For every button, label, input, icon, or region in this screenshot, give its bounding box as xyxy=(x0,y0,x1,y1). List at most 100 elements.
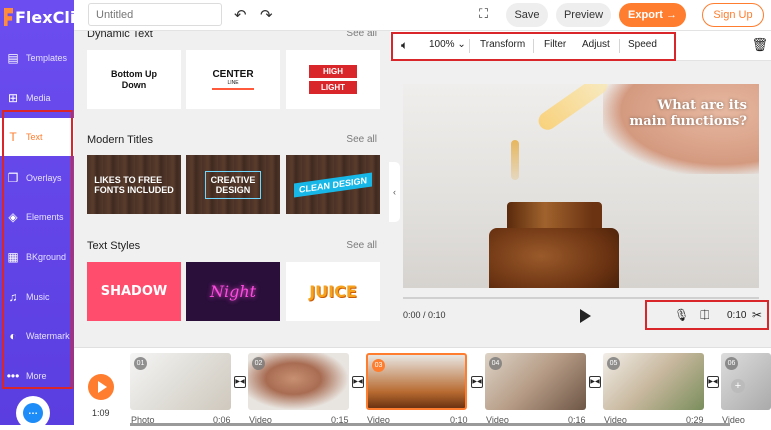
media-icon: ⊞ xyxy=(7,91,19,105)
timeline-play-button[interactable] xyxy=(88,374,114,400)
timeline-clip-6[interactable]: 06 xyxy=(721,353,771,410)
jar-image xyxy=(489,228,619,288)
redo-icon[interactable]: ↷ xyxy=(260,6,273,24)
sidebar-item-overlays[interactable]: ❐ Overlays xyxy=(0,159,74,197)
section-heading-dynamic-text: Dynamic Text xyxy=(87,31,153,40)
title-template-clean-design[interactable]: CLEAN DESIGN xyxy=(286,155,380,214)
microphone-icon[interactable]: 🎙︎ xyxy=(674,308,689,322)
caption-line: main functions? xyxy=(629,114,747,129)
sidebar-item-label: Overlays xyxy=(26,173,62,183)
tile-line: LIGHT xyxy=(309,81,357,94)
filter-button[interactable]: Filter xyxy=(544,39,566,50)
tile-line: LIKES TO FREE xyxy=(94,174,163,185)
sidebar-item-elements[interactable]: ◈ Elements xyxy=(0,198,74,236)
clip-number: 03 xyxy=(372,359,385,372)
volume-icon[interactable]: 🔈︎ xyxy=(401,38,408,53)
sidebar-item-label: More xyxy=(26,371,47,381)
see-all-text-styles-link[interactable]: See all xyxy=(346,240,377,251)
serum-drip-image xyxy=(511,140,519,180)
music-icon: ♫ xyxy=(8,290,18,304)
timeline-clip-3[interactable]: 03 xyxy=(366,353,467,410)
timeline: 1:09 01 Photo 0:06 ▶◀ 02 Video 0:15 ▶◀ 0… xyxy=(74,347,771,426)
canvas-caption-text[interactable]: What are its main functions? xyxy=(629,98,747,130)
adjust-button[interactable]: Adjust xyxy=(582,39,610,50)
transition-icon[interactable]: ▶◀ xyxy=(352,376,364,388)
chat-icon: … xyxy=(23,403,43,423)
text-style-night[interactable]: Night xyxy=(186,262,280,321)
clip-number: 06 xyxy=(725,357,738,370)
zoom-select[interactable]: 100% ⌄ xyxy=(429,39,466,50)
trash-icon[interactable]: 🗑︎ xyxy=(751,37,768,53)
sidebar-item-label: Text xyxy=(26,132,43,142)
tile-line: Bottom Up xyxy=(111,68,157,79)
collapse-panel-handle[interactable]: ‹ xyxy=(389,162,400,222)
play-icon[interactable] xyxy=(580,309,591,323)
title-template-free-fonts[interactable]: LIKES TO FREE FONTS INCLUDED xyxy=(87,155,181,214)
divider xyxy=(619,39,620,53)
timeline-clip-1[interactable]: 01 xyxy=(130,353,231,410)
transition-icon[interactable]: ▶◀ xyxy=(234,376,246,388)
text-style-juice[interactable]: JUICE xyxy=(286,262,380,321)
sidebar-item-music[interactable]: ♫ Music xyxy=(0,278,74,316)
playback-progress-bar[interactable] xyxy=(403,297,759,299)
text-template-center-line[interactable]: CENTER LINE xyxy=(186,50,280,109)
text-icon: T xyxy=(9,130,17,144)
see-all-dynamic-text-link[interactable]: See all xyxy=(346,31,377,39)
sidebar-item-label: BKground xyxy=(26,252,67,262)
text-template-highlight[interactable]: HIGH LIGHT xyxy=(286,50,380,109)
save-button[interactable]: Save xyxy=(506,3,548,27)
speed-button[interactable]: Speed xyxy=(628,39,657,50)
text-style-shadow[interactable]: SHADOW xyxy=(87,262,181,321)
tile-line: CREATIVE xyxy=(210,174,256,185)
sidebar-item-templates[interactable]: ▤ Templates xyxy=(0,39,74,77)
playback-time: 0:00 / 0:10 xyxy=(403,310,446,320)
clip-number: 05 xyxy=(607,357,620,370)
project-title-input[interactable] xyxy=(88,3,222,26)
dropper-image xyxy=(535,84,611,134)
clip-number: 04 xyxy=(489,357,502,370)
sidebar-item-media[interactable]: ⊞ Media xyxy=(0,79,74,117)
tile-line: HIGH xyxy=(309,65,357,78)
sidebar-item-more[interactable]: ••• More xyxy=(0,357,74,395)
overlays-icon: ❐ xyxy=(7,171,19,185)
elements-icon: ◈ xyxy=(8,210,18,224)
see-all-modern-titles-link[interactable]: See all xyxy=(346,134,377,145)
transition-icon[interactable]: ▶◀ xyxy=(707,376,719,388)
sign-up-button[interactable]: Sign Up xyxy=(702,3,764,27)
total-time: 1:09 xyxy=(92,408,110,418)
clip-toolbar: 🔈︎ 100% ⌄ Transform Filter Adjust Speed … xyxy=(390,31,771,61)
transition-icon[interactable]: ▶◀ xyxy=(589,376,601,388)
editor-area: 🔈︎ 100% ⌄ Transform Filter Adjust Speed … xyxy=(390,31,771,347)
sidebar-item-label: Music xyxy=(26,292,50,302)
background-icon: ▦ xyxy=(7,250,19,264)
fullscreen-icon[interactable]: ⛶ xyxy=(479,6,488,22)
sidebar-item-watermark[interactable]: ◐ Watermark xyxy=(0,317,74,355)
watermark-icon: ◐ xyxy=(9,329,17,343)
export-button[interactable]: Export → xyxy=(619,3,686,27)
text-template-bottom-up[interactable]: Bottom Up Down xyxy=(87,50,181,109)
title-template-creative-design[interactable]: CREATIVE DESIGN xyxy=(186,155,280,214)
timeline-clip-5[interactable]: 05 xyxy=(603,353,704,410)
sidebar-item-bkground[interactable]: ▦ BKground xyxy=(0,238,74,276)
transition-icon[interactable]: ▶◀ xyxy=(471,376,483,388)
section-heading-modern-titles: Modern Titles xyxy=(87,134,154,146)
transform-button[interactable]: Transform xyxy=(480,39,525,50)
timeline-clip-4[interactable]: 04 xyxy=(485,353,586,410)
tile-line: CENTER xyxy=(212,69,254,80)
split-icon[interactable]: ⎅ xyxy=(700,308,710,323)
add-clip-button[interactable]: + xyxy=(731,379,745,393)
video-canvas[interactable]: What are its main functions? xyxy=(403,84,759,288)
section-heading-text-styles: Text Styles xyxy=(87,240,141,252)
timeline-clip-2[interactable]: 02 xyxy=(248,353,349,410)
tile-line: Down xyxy=(121,79,147,90)
sidebar-item-text[interactable]: T Text xyxy=(0,118,74,156)
text-panel: Dynamic Text See all Bottom Up Down CENT… xyxy=(74,31,390,347)
preview-button[interactable]: Preview xyxy=(556,3,611,27)
scissors-icon[interactable]: ✂ xyxy=(752,308,762,322)
sidebar: FlexClip ▤ Templates ⊞ Media T Text ❐ Ov… xyxy=(0,0,87,430)
tile-subline: LINE xyxy=(227,80,239,86)
clip-duration: 0:10 xyxy=(727,310,747,321)
flexclip-logo-icon xyxy=(4,8,13,26)
undo-icon[interactable]: ↶ xyxy=(234,6,247,24)
sidebar-item-label: Templates xyxy=(26,53,68,63)
